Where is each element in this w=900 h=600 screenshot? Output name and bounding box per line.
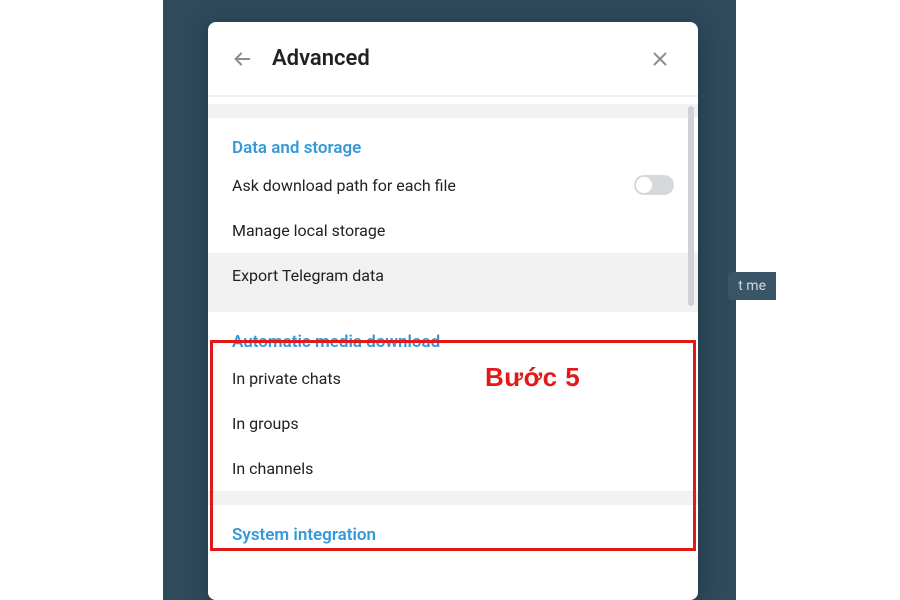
section-automatic-media-download: Automatic media download In private chat… — [208, 312, 698, 491]
section-data-storage: Data and storage Ask download path for e… — [208, 118, 698, 298]
background-hint-tag: t me — [728, 272, 776, 300]
row-in-groups[interactable]: In groups — [208, 401, 698, 446]
section-title-auto-media: Automatic media download — [208, 312, 698, 356]
row-label: In channels — [232, 459, 674, 478]
close-button[interactable] — [640, 39, 680, 79]
row-in-channels[interactable]: In channels — [208, 446, 698, 491]
row-export-telegram-data[interactable]: Export Telegram data — [208, 253, 698, 298]
section-divider — [208, 298, 698, 312]
row-manage-local-storage[interactable]: Manage local storage — [208, 208, 698, 253]
row-label: In private chats — [232, 369, 674, 388]
section-divider — [208, 491, 698, 505]
close-icon — [649, 48, 671, 70]
modal-title: Advanced — [272, 46, 640, 71]
row-in-private-chats[interactable]: In private chats — [208, 356, 698, 401]
section-system-integration: System integration — [208, 505, 698, 549]
scrollbar-thumb[interactable] — [688, 106, 694, 306]
section-divider — [208, 96, 698, 104]
row-label: Manage local storage — [232, 221, 674, 240]
section-divider — [208, 104, 698, 118]
section-title-system-integration: System integration — [208, 505, 698, 549]
row-label: Ask download path for each file — [232, 176, 634, 195]
row-ask-download-path[interactable]: Ask download path for each file — [208, 162, 698, 208]
back-button[interactable] — [222, 39, 262, 79]
back-arrow-icon — [231, 48, 253, 70]
section-title-data-storage: Data and storage — [208, 118, 698, 162]
toggle-ask-download-path[interactable] — [634, 175, 674, 195]
modal-header: Advanced — [208, 22, 698, 96]
settings-scroll-area[interactable]: Data and storage Ask download path for e… — [208, 96, 698, 600]
row-label: Export Telegram data — [232, 266, 674, 285]
row-label: In groups — [232, 414, 674, 433]
advanced-settings-modal: Advanced Data and storage Ask download p… — [208, 22, 698, 600]
